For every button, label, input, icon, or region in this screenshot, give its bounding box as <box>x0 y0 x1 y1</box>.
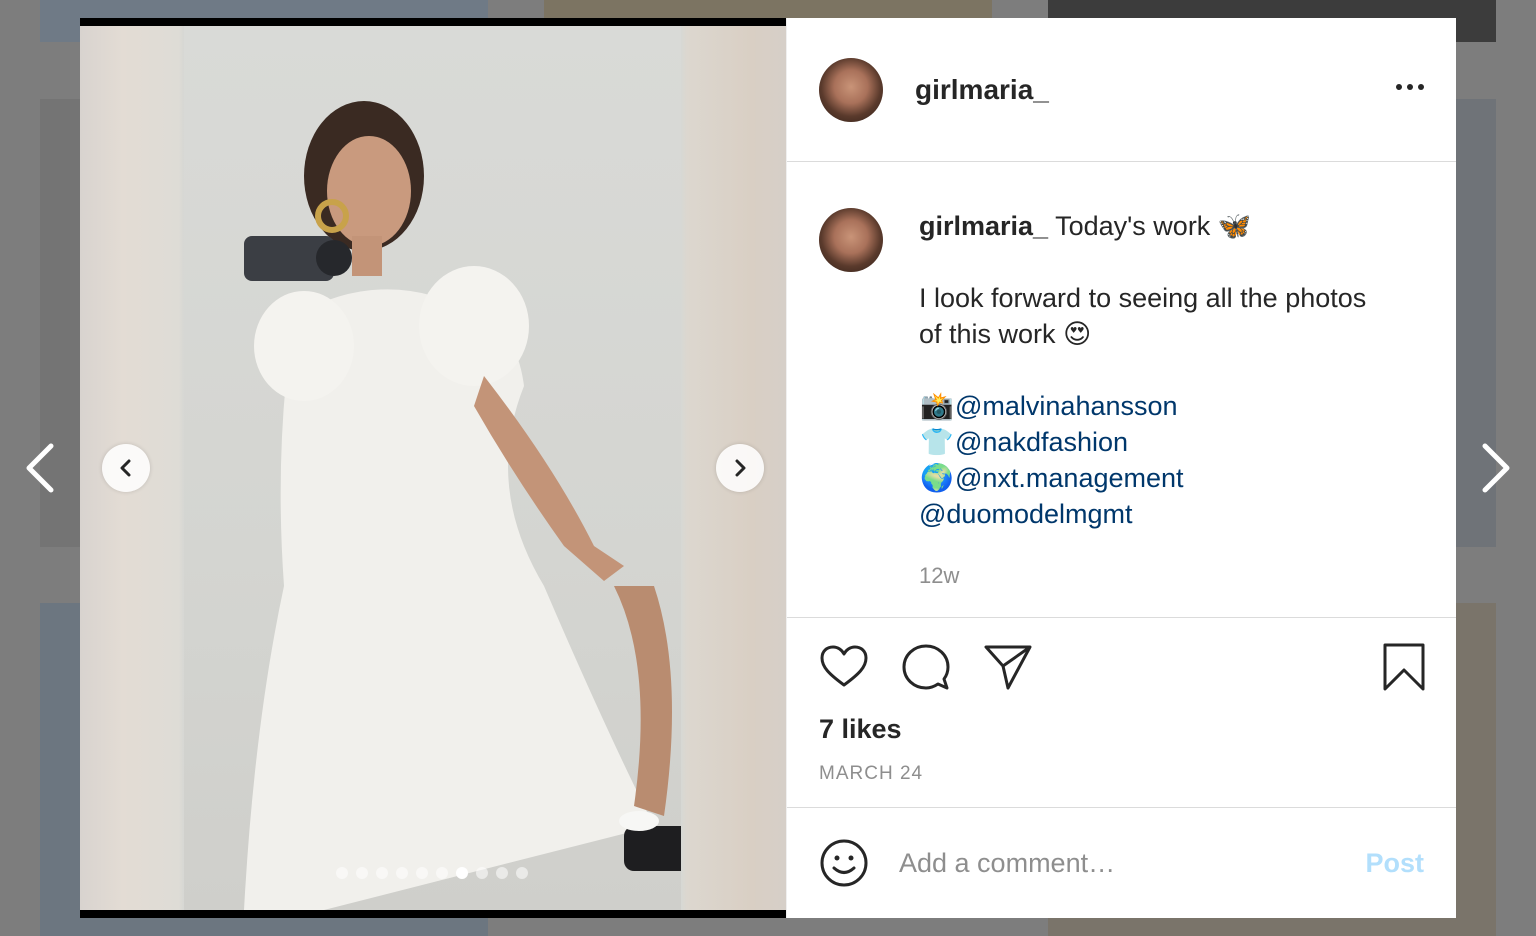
comment-input[interactable] <box>899 847 1366 879</box>
header-username[interactable]: girlmaria_ <box>915 74 1049 106</box>
chevron-right-icon <box>1482 443 1510 493</box>
heart-icon[interactable] <box>819 642 869 692</box>
mention-link[interactable]: @nakdfashion <box>955 427 1128 457</box>
tshirt-emoji: 👕 <box>920 427 954 457</box>
media-previous-button[interactable] <box>102 444 150 492</box>
post-header: girlmaria_ <box>787 18 1456 162</box>
caption-section: girlmaria_ Today's work 🦋 I look forward… <box>787 162 1456 618</box>
mention-link[interactable]: @nxt.management <box>955 463 1184 493</box>
more-options-button[interactable] <box>1396 78 1424 96</box>
carousel-dot <box>356 867 368 879</box>
carousel-dot <box>496 867 508 879</box>
caption-text: girlmaria_ Today's work 🦋 I look forward… <box>919 208 1424 594</box>
mention-link[interactable]: @malvinahansson <box>955 391 1178 421</box>
avatar[interactable] <box>819 57 883 122</box>
carousel-dot <box>336 867 348 879</box>
post-comment-button[interactable]: Post <box>1365 848 1424 879</box>
carousel-dot <box>456 867 468 879</box>
avatar[interactable] <box>819 208 883 272</box>
mention-link[interactable]: @duomodelmgmt <box>919 499 1133 529</box>
carousel-dot <box>376 867 388 879</box>
carousel-indicator <box>336 867 528 879</box>
caption-title: Today's work <box>1055 211 1211 241</box>
post-actions: 7 likes MARCH 24 <box>787 618 1456 808</box>
butterfly-emoji: 🦋 <box>1217 211 1252 241</box>
post-photo <box>80 26 786 910</box>
more-options-icon <box>1396 84 1402 90</box>
post-date: MARCH 24 <box>819 763 924 784</box>
chevron-left-icon <box>26 443 54 493</box>
caption-username[interactable]: girlmaria_ <box>919 211 1048 241</box>
post-time-ago[interactable]: 12w <box>919 558 1424 594</box>
previous-post-button[interactable] <box>22 440 58 496</box>
smile-icon[interactable] <box>819 838 869 888</box>
media-next-button[interactable] <box>716 444 764 492</box>
next-post-button[interactable] <box>1478 440 1514 496</box>
post-side-panel: girlmaria_ girlmaria_ Today's work 🦋 I l… <box>786 18 1456 918</box>
carousel-dot <box>516 867 528 879</box>
caption-line: I look forward to seeing all the photos <box>919 283 1367 313</box>
comment-icon[interactable] <box>901 642 951 692</box>
chevron-right-icon <box>735 459 746 477</box>
carousel-dot <box>416 867 428 879</box>
post-media <box>80 18 786 918</box>
post-modal: girlmaria_ girlmaria_ Today's work 🦋 I l… <box>80 18 1456 918</box>
heart-eyes-emoji: 😍 <box>1063 319 1092 349</box>
photo-subject <box>244 101 681 910</box>
likes-count[interactable]: 7 likes <box>819 714 1424 745</box>
share-icon[interactable] <box>983 642 1033 692</box>
carousel-dot <box>396 867 408 879</box>
bookmark-icon[interactable] <box>1382 642 1426 692</box>
globe-emoji: 🌍 <box>920 463 954 493</box>
camera-emoji: 📸 <box>920 391 954 421</box>
comment-form: Post <box>787 808 1456 918</box>
carousel-dot <box>436 867 448 879</box>
chevron-left-icon <box>120 459 131 477</box>
caption-line: of this work <box>919 319 1056 349</box>
carousel-dot <box>476 867 488 879</box>
